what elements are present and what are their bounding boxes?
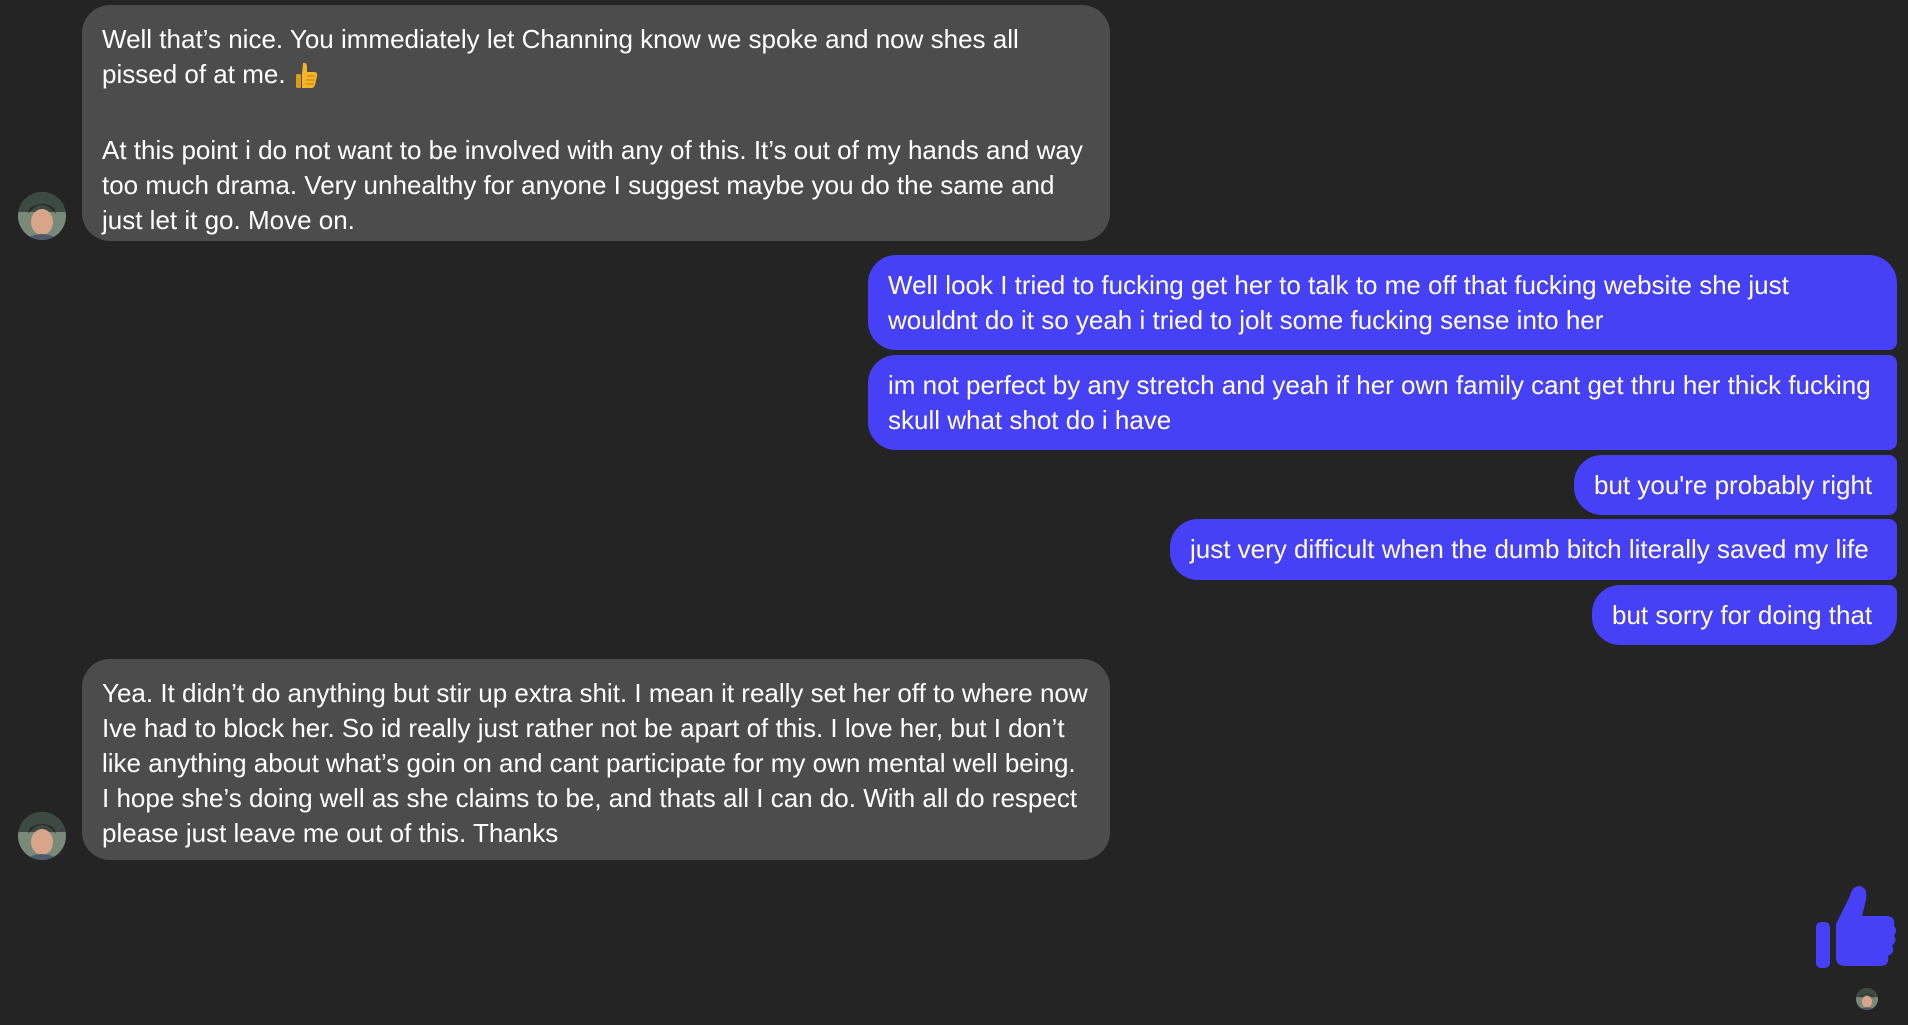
message-outgoing[interactable]: im not perfect by any stretch and yeah i… <box>868 355 1897 450</box>
message-text: but sorry for doing that <box>1612 600 1873 630</box>
thumbs-up-icon[interactable] <box>1812 882 1898 977</box>
contact-avatar[interactable] <box>18 192 66 240</box>
read-receipt-avatar <box>1856 988 1878 1010</box>
message-incoming[interactable]: Yea. It didn’t do anything but stir up e… <box>82 659 1110 860</box>
message-text: im not perfect by any stretch and yeah i… <box>888 370 1878 435</box>
thumbs-up-emoji-icon <box>293 61 319 98</box>
contact-avatar[interactable] <box>18 812 66 860</box>
message-outgoing[interactable]: just very difficult when the dumb bitch … <box>1170 519 1897 580</box>
message-text-continued: At this point i do not want to be involv… <box>102 135 1083 235</box>
message-text: Well look I tried to fucking get her to … <box>888 270 1797 335</box>
message-text: just very difficult when the dumb bitch … <box>1190 534 1869 564</box>
message-incoming[interactable]: Well that’s nice. You immediately let Ch… <box>82 5 1110 241</box>
avatar-photo <box>18 192 66 240</box>
message-text: but you're probably right <box>1594 470 1873 500</box>
avatar-photo <box>1856 988 1878 1010</box>
message-outgoing[interactable]: Well look I tried to fucking get her to … <box>868 255 1897 350</box>
message-outgoing[interactable]: but sorry for doing that <box>1592 585 1897 645</box>
message-outgoing[interactable]: but you're probably right <box>1574 455 1897 515</box>
message-text: Yea. It didn’t do anything but stir up e… <box>102 678 1095 848</box>
avatar-photo <box>18 812 66 860</box>
message-text: Well that’s nice. You immediately let Ch… <box>102 24 1027 89</box>
